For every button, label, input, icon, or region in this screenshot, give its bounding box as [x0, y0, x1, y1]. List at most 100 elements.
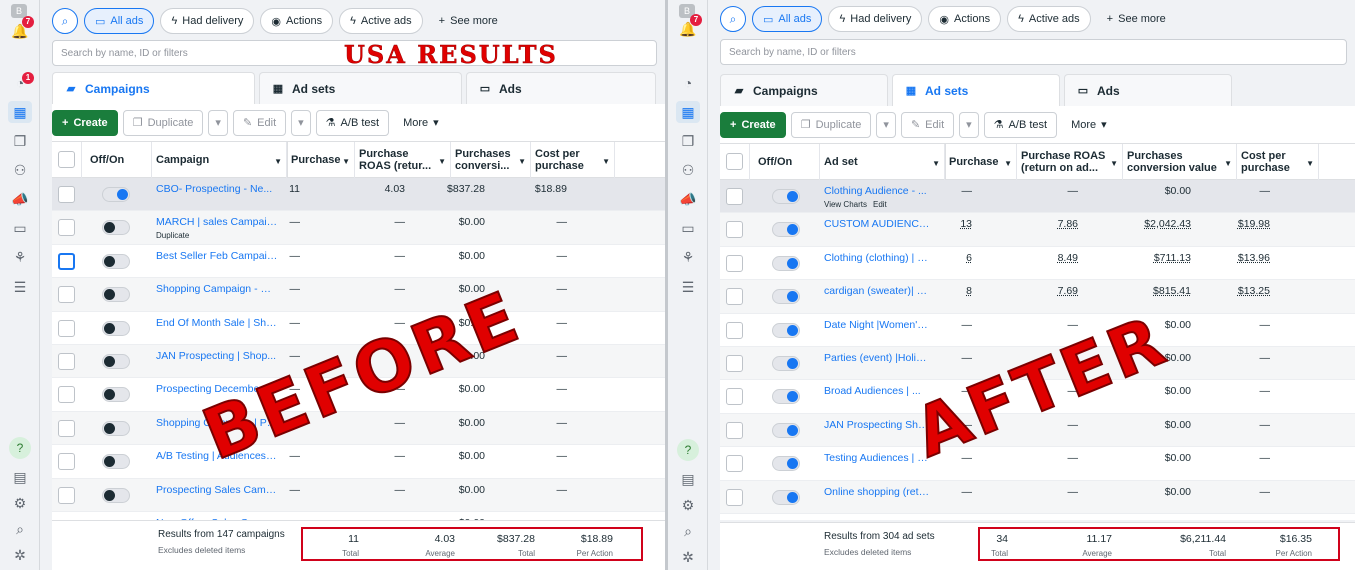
row-checkbox[interactable] [58, 386, 75, 404]
table-row[interactable]: MARCH | sales Campaign... Duplicate — — $0.0… [52, 211, 665, 245]
billing-icon[interactable]: ▭ [8, 217, 32, 239]
edit-button[interactable]: ✎ Edit [900, 111, 955, 138]
column-purchase[interactable]: Purchase ▼ [945, 144, 1017, 180]
table-row[interactable]: Clothing (clothing) | Ja... 6 8.49 $711.13 $… [720, 246, 1355, 281]
pages-icon[interactable]: ❐ [676, 130, 700, 152]
megaphone-icon[interactable]: 📣 [676, 188, 700, 210]
delivery-toggle[interactable] [772, 322, 800, 338]
row-name-link[interactable]: cardigan (sweater)| Ju... [824, 285, 932, 297]
edit-button[interactable]: ✎ Edit [232, 109, 287, 136]
table-row[interactable]: Testing Audiences | 21... — — $0.00— [720, 447, 1355, 481]
table-row[interactable]: Best Seller Feb Campaign... — — $0.00 — [52, 244, 665, 279]
delivery-toggle[interactable] [102, 420, 130, 436]
search-toggle-button[interactable]: ⌕ [720, 6, 746, 32]
delivery-toggle[interactable] [772, 356, 800, 371]
row-checkbox[interactable] [58, 286, 75, 304]
events-icon[interactable]: ⚘ [8, 246, 32, 268]
row-name-link[interactable]: Date Night |Women's c... [824, 319, 932, 331]
row-name-link[interactable]: Clothing (clothing) | Ja... [824, 252, 932, 264]
row-checkbox[interactable] [58, 453, 75, 471]
help-icon[interactable]: ? [677, 439, 699, 461]
tab-ads[interactable]: ▭ Ads [466, 72, 656, 104]
tab-campaigns[interactable]: ▰ Campaigns [52, 72, 255, 104]
delivery-toggle[interactable] [102, 454, 130, 470]
delivery-toggle[interactable] [102, 287, 130, 303]
column-cost-per-purchase[interactable]: Cost per purchase ▼ [531, 142, 615, 178]
delivery-toggle[interactable] [102, 320, 130, 336]
column-campaign[interactable]: Campaign ▼ [152, 142, 287, 178]
column-cost-per-purchase[interactable]: Cost per purchase ▼ [1237, 144, 1319, 180]
chip-all-ads[interactable]: ▭ All ads [84, 8, 155, 34]
table-row[interactable]: Clothing Audience - ... View Charts Edit — —… [720, 180, 1355, 214]
delivery-toggle[interactable] [772, 389, 800, 405]
duplicate-button[interactable]: ❐ Duplicate [122, 109, 204, 136]
tab-ad-sets[interactable]: ▦ Ad sets [259, 72, 462, 104]
select-all-header[interactable] [720, 144, 750, 180]
delivery-toggle[interactable] [102, 187, 130, 202]
delivery-toggle[interactable] [102, 354, 130, 369]
delivery-toggle[interactable] [772, 255, 800, 271]
row-name-link[interactable]: MARCH | sales Campaign... [156, 216, 278, 228]
column-purchases-conversion-value[interactable]: Purchases conversion value ▼ [1123, 144, 1237, 180]
row-checkbox[interactable] [726, 388, 743, 406]
create-button[interactable]: + Create [52, 109, 118, 136]
see-more-button[interactable]: + See more [1097, 6, 1176, 32]
row-name-link[interactable]: Cardigan (sweater) | Ja... [824, 519, 932, 520]
megaphone-icon[interactable]: 📣 [8, 188, 32, 210]
row-name-link[interactable]: Best Seller Feb Campaign... [156, 250, 278, 262]
row-checkbox[interactable] [58, 486, 75, 504]
delivery-toggle[interactable] [102, 487, 130, 503]
search-toggle-button[interactable]: ⌕ [52, 8, 78, 34]
menu-icon[interactable]: ☰ [8, 276, 32, 298]
tab-ads[interactable]: ▭ Ads [1064, 74, 1232, 106]
reports-icon[interactable]: ▤ [8, 466, 32, 488]
row-checkbox[interactable] [726, 355, 743, 372]
speedometer-icon[interactable]: ◔ [676, 72, 700, 94]
table-icon[interactable]: ▦ [8, 101, 32, 123]
row-name-link[interactable]: Testing Audiences | 21... [824, 452, 932, 464]
table-row[interactable]: A/B Testing | Audiences | ... — — $0.00— [52, 445, 665, 479]
row-action-edit[interactable]: Edit [873, 200, 887, 209]
search-icon[interactable]: ⌕ [8, 518, 32, 540]
tab-campaigns[interactable]: ▰ Campaigns [720, 74, 888, 106]
chip-actions[interactable]: ◉ Actions [260, 8, 334, 34]
row-checkbox[interactable] [726, 221, 743, 239]
audiences-icon[interactable]: ⚇ [676, 159, 700, 181]
table-row[interactable]: Shopping Campaign - UP... — — $0.00— [52, 278, 665, 312]
duplicate-button[interactable]: ❐ Duplicate [790, 111, 872, 138]
table-row[interactable]: Cardigan (sweater) | Ja... — — $0.00 — [720, 514, 1355, 520]
row-checkbox[interactable] [726, 254, 743, 272]
search-input[interactable]: Search by name, ID or filters [720, 39, 1347, 65]
row-name-link[interactable]: Parties (event) |Holiday... [824, 352, 932, 364]
delivery-toggle[interactable] [772, 489, 800, 505]
row-checkbox[interactable] [726, 455, 743, 473]
create-button[interactable]: + Create [720, 111, 786, 138]
tab-ad-sets[interactable]: ▦ Ad sets [892, 74, 1060, 106]
table-row[interactable]: New Offers Sales Campai...——$0.00— [52, 512, 665, 520]
menu-icon[interactable]: ☰ [676, 276, 700, 298]
select-all-checkbox[interactable] [58, 151, 75, 168]
delivery-toggle[interactable] [102, 220, 130, 236]
column-purchase-roas[interactable]: Purchase ROAS (retur... ▼ [355, 142, 451, 178]
row-checkbox[interactable] [58, 219, 75, 237]
delivery-toggle[interactable] [772, 422, 800, 438]
delivery-toggle[interactable] [772, 456, 800, 472]
ab-test-button[interactable]: ⚗ A/B test [983, 111, 1058, 138]
help-icon[interactable]: ? [9, 437, 31, 459]
select-all-checkbox[interactable] [726, 153, 743, 170]
row-checkbox[interactable] [726, 288, 743, 306]
reports-icon[interactable]: ▤ [676, 468, 700, 490]
row-name-link[interactable]: Prospecting Sales Campa... [156, 484, 278, 496]
row-checkbox[interactable] [58, 419, 75, 437]
pages-icon[interactable]: ❐ [8, 130, 32, 152]
ab-test-button[interactable]: ⚗ A/B test [315, 109, 390, 136]
row-name-link[interactable]: JAN Prospecting | Shop... [156, 350, 278, 362]
column-purchases-conversion[interactable]: Purchases conversi... ▼ [451, 142, 531, 178]
duplicate-dropdown[interactable]: ▾ [208, 109, 228, 136]
row-action-duplicate[interactable]: Duplicate [156, 231, 189, 240]
billing-icon[interactable]: ▭ [676, 217, 700, 239]
audiences-icon[interactable]: ⚇ [8, 159, 32, 181]
table-icon[interactable]: ▦ [676, 101, 700, 123]
row-name-link[interactable]: CBO- Prospecting - Ne... [156, 183, 278, 195]
search-icon[interactable]: ⌕ [676, 520, 700, 542]
